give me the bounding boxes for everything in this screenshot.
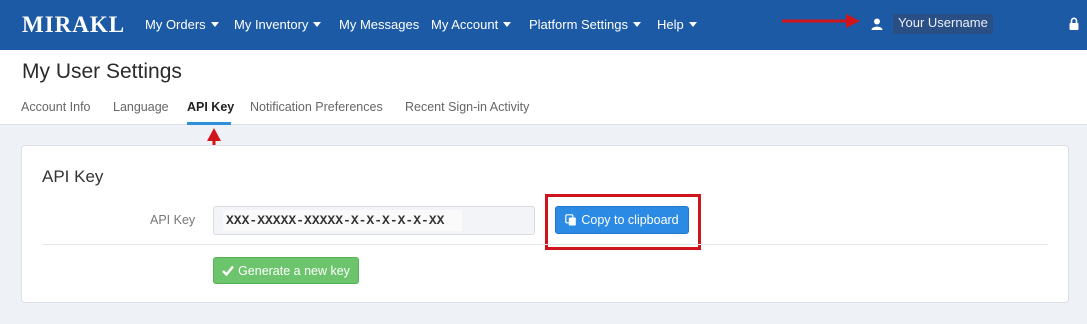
- nav-label: Help: [657, 17, 684, 32]
- tab-notification-preferences[interactable]: Notification Preferences: [250, 100, 383, 114]
- tab-language[interactable]: Language: [113, 100, 169, 114]
- nav-label: Platform Settings: [529, 17, 628, 32]
- page-title: My User Settings: [22, 60, 182, 83]
- api-key-label: API Key: [150, 213, 196, 227]
- panel-title: API Key: [42, 167, 104, 186]
- username[interactable]: Your Username: [893, 14, 993, 34]
- nav-my-messages[interactable]: My Messages: [339, 17, 419, 32]
- clipboard-icon: [565, 214, 577, 226]
- nav-my-account[interactable]: My Account: [431, 17, 512, 32]
- nav-my-inventory[interactable]: My Inventory: [234, 17, 322, 32]
- tab-api-key[interactable]: API Key: [187, 100, 234, 114]
- nav-label: My Account: [431, 17, 499, 32]
- copy-to-clipboard-button[interactable]: Copy to clipboard: [555, 206, 689, 234]
- nav-platform-settings[interactable]: Platform Settings: [529, 17, 641, 32]
- active-tab-indicator: [187, 122, 231, 125]
- generate-new-key-button[interactable]: Generate a new key: [213, 257, 359, 284]
- api-key-value[interactable]: XXX-XXXXX-XXXXX-X-X-X-X-X-XX: [223, 210, 463, 231]
- caret-down-icon: [503, 22, 512, 28]
- api-key-panel: API Key API Key XXX-XXXXX-XXXXX-X-X-X-X-…: [21, 145, 1069, 303]
- nav-label: My Orders: [145, 17, 206, 32]
- nav-label: My Inventory: [234, 17, 309, 32]
- panel-divider: [42, 244, 1048, 245]
- settings-header: My User Settings Account Info Language A…: [0, 50, 1087, 125]
- lock-icon[interactable]: [1069, 17, 1079, 30]
- copy-button-label: Copy to clipboard: [581, 213, 679, 227]
- caret-down-icon: [688, 22, 697, 28]
- top-navbar: MIRAKL My Orders My Inventory My Message…: [0, 0, 1087, 50]
- nav-my-orders[interactable]: My Orders: [145, 17, 219, 32]
- tab-account-info[interactable]: Account Info: [21, 100, 91, 114]
- nav-help[interactable]: Help: [657, 17, 697, 32]
- user-icon[interactable]: [871, 18, 883, 30]
- checkmark-icon: [222, 265, 234, 276]
- nav-label: My Messages: [339, 17, 420, 32]
- annotation-arrow-right: [782, 14, 860, 28]
- generate-button-label: Generate a new key: [238, 263, 350, 278]
- mirakl-logo[interactable]: MIRAKL: [22, 12, 125, 38]
- tab-recent-sign-in-activity[interactable]: Recent Sign-in Activity: [405, 100, 529, 114]
- caret-down-icon: [210, 22, 219, 28]
- caret-down-icon: [313, 22, 322, 28]
- caret-down-icon: [633, 22, 641, 28]
